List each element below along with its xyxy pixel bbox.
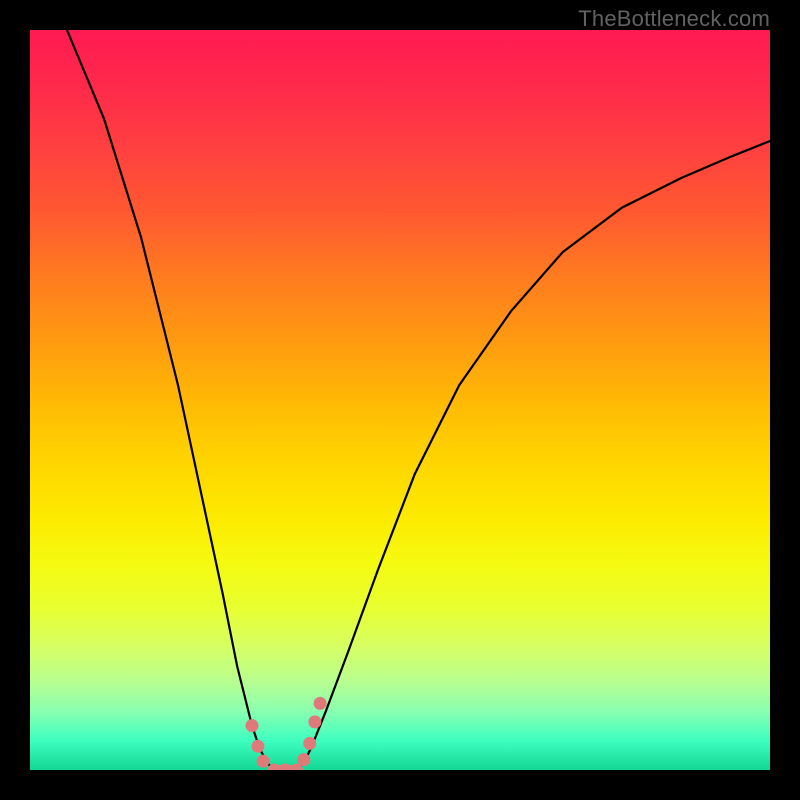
curve-marker	[314, 697, 327, 710]
curve-marker	[257, 755, 270, 768]
marker-group	[246, 697, 327, 770]
curve-marker	[251, 740, 264, 753]
curve-marker	[279, 764, 292, 771]
watermark-text: TheBottleneck.com	[578, 6, 770, 32]
plot-area	[30, 30, 770, 770]
curve-marker	[297, 753, 310, 766]
chart-frame: TheBottleneck.com	[0, 0, 800, 800]
curve-marker	[308, 715, 321, 728]
bottleneck-curve	[67, 30, 770, 770]
curve-svg	[30, 30, 770, 770]
curve-marker	[303, 737, 316, 750]
curve-marker	[246, 719, 259, 732]
